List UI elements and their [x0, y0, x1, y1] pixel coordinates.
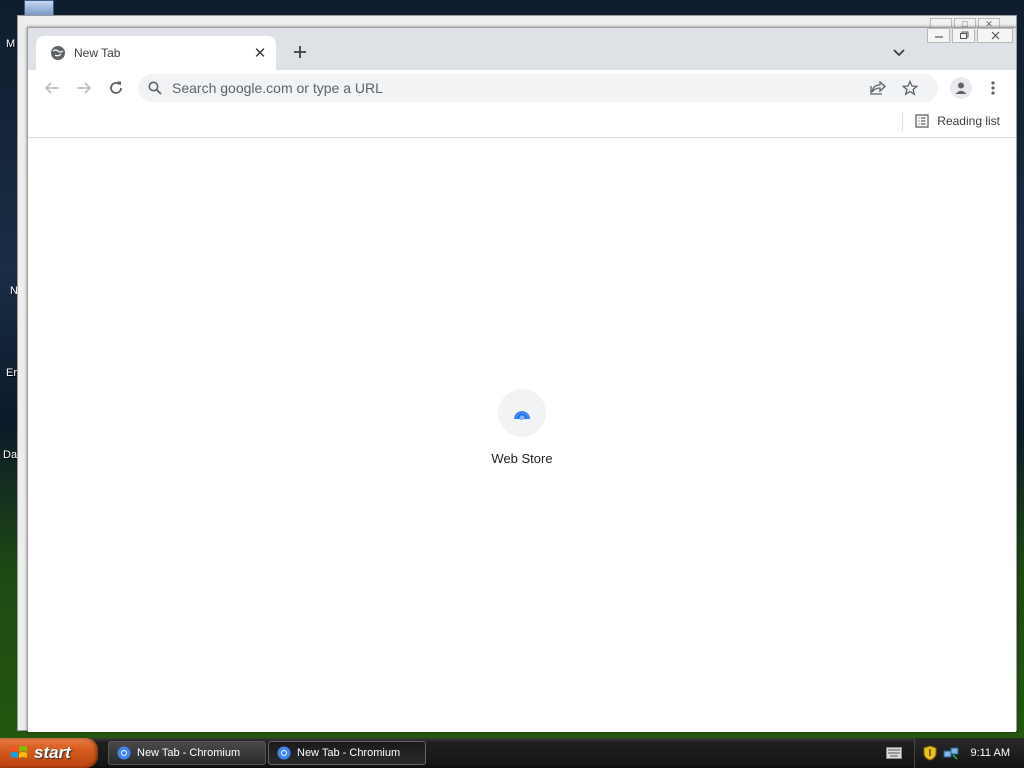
close-icon	[991, 31, 999, 40]
browser-window: New Tab ✕ Search google.com or type a UR…	[27, 27, 1017, 732]
web-store-icon	[498, 389, 546, 437]
desktop-icon-label[interactable]: M	[6, 38, 15, 50]
profile-avatar-button[interactable]	[950, 77, 972, 99]
restore-icon	[959, 31, 968, 39]
tab-search-button[interactable]	[890, 44, 908, 62]
reload-button[interactable]	[106, 78, 126, 98]
clock[interactable]: 9:11 AM	[970, 747, 1010, 759]
taskbar-item-chromium[interactable]: New Tab - Chromium	[108, 741, 266, 765]
security-shield-icon[interactable]	[923, 745, 937, 761]
minimize-button[interactable]	[927, 28, 950, 43]
bookmarks-bar: Reading list	[28, 106, 1016, 138]
close-button[interactable]	[977, 28, 1013, 43]
search-icon	[148, 81, 162, 95]
arrow-left-icon	[44, 82, 59, 94]
reading-list-label: Reading list	[937, 114, 1000, 128]
chromium-icon	[117, 746, 131, 760]
desktop-icon-label[interactable]: Er	[6, 367, 17, 379]
tab-strip: New Tab ✕	[28, 28, 1016, 70]
forward-button[interactable]	[74, 78, 94, 98]
bookmark-star-button[interactable]	[900, 78, 920, 98]
new-tab-button[interactable]	[290, 42, 310, 62]
globe-icon	[50, 45, 66, 61]
reading-list-button[interactable]: Reading list	[902, 111, 1000, 131]
desktop-icon-label[interactable]: Da	[3, 449, 17, 461]
shortcut-label: Web Store	[491, 451, 553, 466]
chromium-icon	[277, 746, 291, 760]
restore-button[interactable]	[952, 28, 975, 43]
reload-icon	[110, 81, 122, 94]
start-button[interactable]: start	[0, 738, 98, 768]
more-vertical-icon	[991, 81, 995, 95]
shortcut-web-store[interactable]: Web Store	[472, 389, 572, 466]
new-tab-page: Web Store	[28, 139, 1016, 732]
url-input[interactable]	[172, 76, 938, 100]
keyboard-icon[interactable]	[886, 747, 902, 759]
back-button[interactable]	[42, 78, 62, 98]
plus-icon	[294, 46, 306, 58]
share-button[interactable]	[868, 78, 888, 98]
star-icon	[902, 80, 918, 96]
menu-button[interactable]	[984, 78, 1002, 98]
omnibox[interactable]	[138, 74, 938, 102]
window-controls	[927, 28, 1013, 43]
taskbar: start New Tab - Chromium New Tab - Chrom…	[0, 738, 1024, 768]
tab-title: New Tab	[74, 46, 121, 60]
arrow-right-icon	[77, 82, 92, 94]
taskbar-item-chromium-active[interactable]: New Tab - Chromium	[268, 741, 426, 765]
tab-close-icon[interactable]: ✕	[252, 45, 268, 62]
windows-logo-icon	[11, 746, 27, 758]
system-tray: 9:11 AM	[914, 738, 1024, 768]
tab-new-tab[interactable]: New Tab ✕	[36, 36, 276, 70]
toolbar	[28, 70, 1016, 106]
share-icon	[870, 81, 886, 95]
taskbar-item-label: New Tab - Chromium	[137, 747, 241, 759]
minimize-icon	[934, 35, 943, 38]
chevron-down-icon	[893, 49, 905, 57]
network-icon[interactable]	[943, 746, 959, 760]
taskbar-item-label: New Tab - Chromium	[297, 747, 401, 759]
reading-list-icon	[915, 114, 929, 128]
start-label: start	[34, 743, 71, 762]
person-icon	[955, 82, 967, 94]
